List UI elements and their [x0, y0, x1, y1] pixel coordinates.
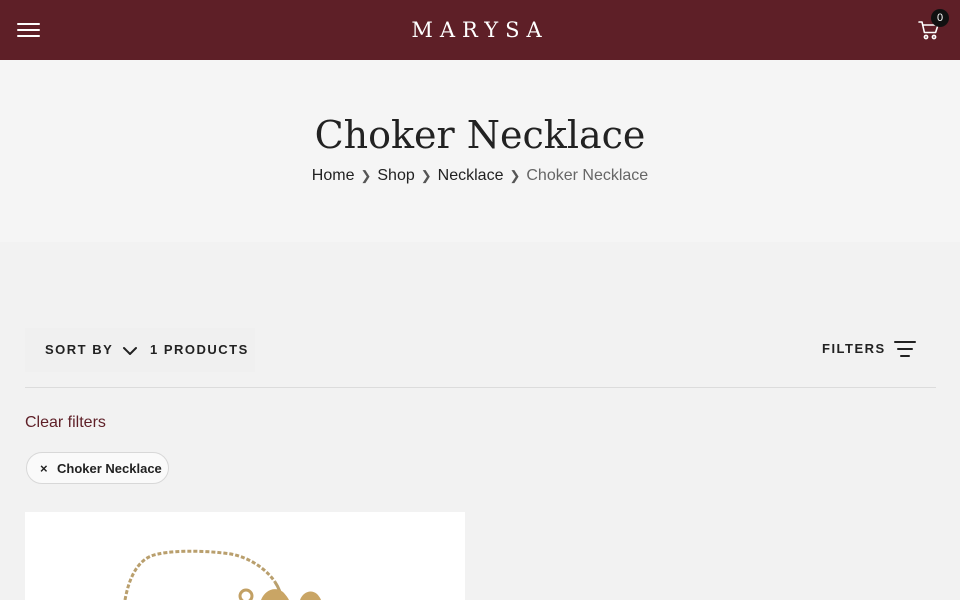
- top-navigation-bar: MARYSA 0: [0, 0, 960, 60]
- filters-button[interactable]: FILTERS: [822, 341, 886, 356]
- toolbar-divider: [25, 387, 936, 388]
- sort-by-button[interactable]: SORT BY: [45, 342, 113, 357]
- product-card[interactable]: [25, 512, 465, 600]
- breadcrumb-chevron-icon: ❯: [420, 168, 432, 183]
- breadcrumb-current: Choker Necklace: [526, 167, 649, 184]
- cart-count-badge: 0: [931, 9, 949, 27]
- breadcrumb-chevron-icon: ❯: [360, 168, 372, 183]
- hamburger-menu-icon[interactable]: [17, 21, 41, 39]
- site-logo[interactable]: MARYSA: [380, 14, 580, 46]
- clear-filters-link[interactable]: Clear filters: [25, 414, 106, 432]
- breadcrumb-shop-link[interactable]: Shop: [377, 167, 414, 184]
- close-icon[interactable]: ×: [40, 462, 48, 476]
- products-count: 1 PRODUCTS: [150, 342, 249, 357]
- breadcrumb: Home ❯ Shop ❯ Necklace ❯ Choker Necklace: [0, 165, 960, 187]
- breadcrumb-chevron-icon: ❯: [509, 168, 521, 183]
- breadcrumb-home-link[interactable]: Home: [312, 167, 355, 184]
- active-filter-chip[interactable]: × Choker Necklace: [26, 452, 169, 484]
- page-title: Choker Necklace: [314, 113, 646, 157]
- breadcrumb-necklace-link[interactable]: Necklace: [438, 167, 504, 184]
- chevron-down-icon[interactable]: [122, 345, 138, 357]
- product-image: [123, 549, 321, 600]
- active-filter-label: Choker Necklace: [57, 461, 162, 476]
- filter-lines-icon[interactable]: [894, 340, 916, 358]
